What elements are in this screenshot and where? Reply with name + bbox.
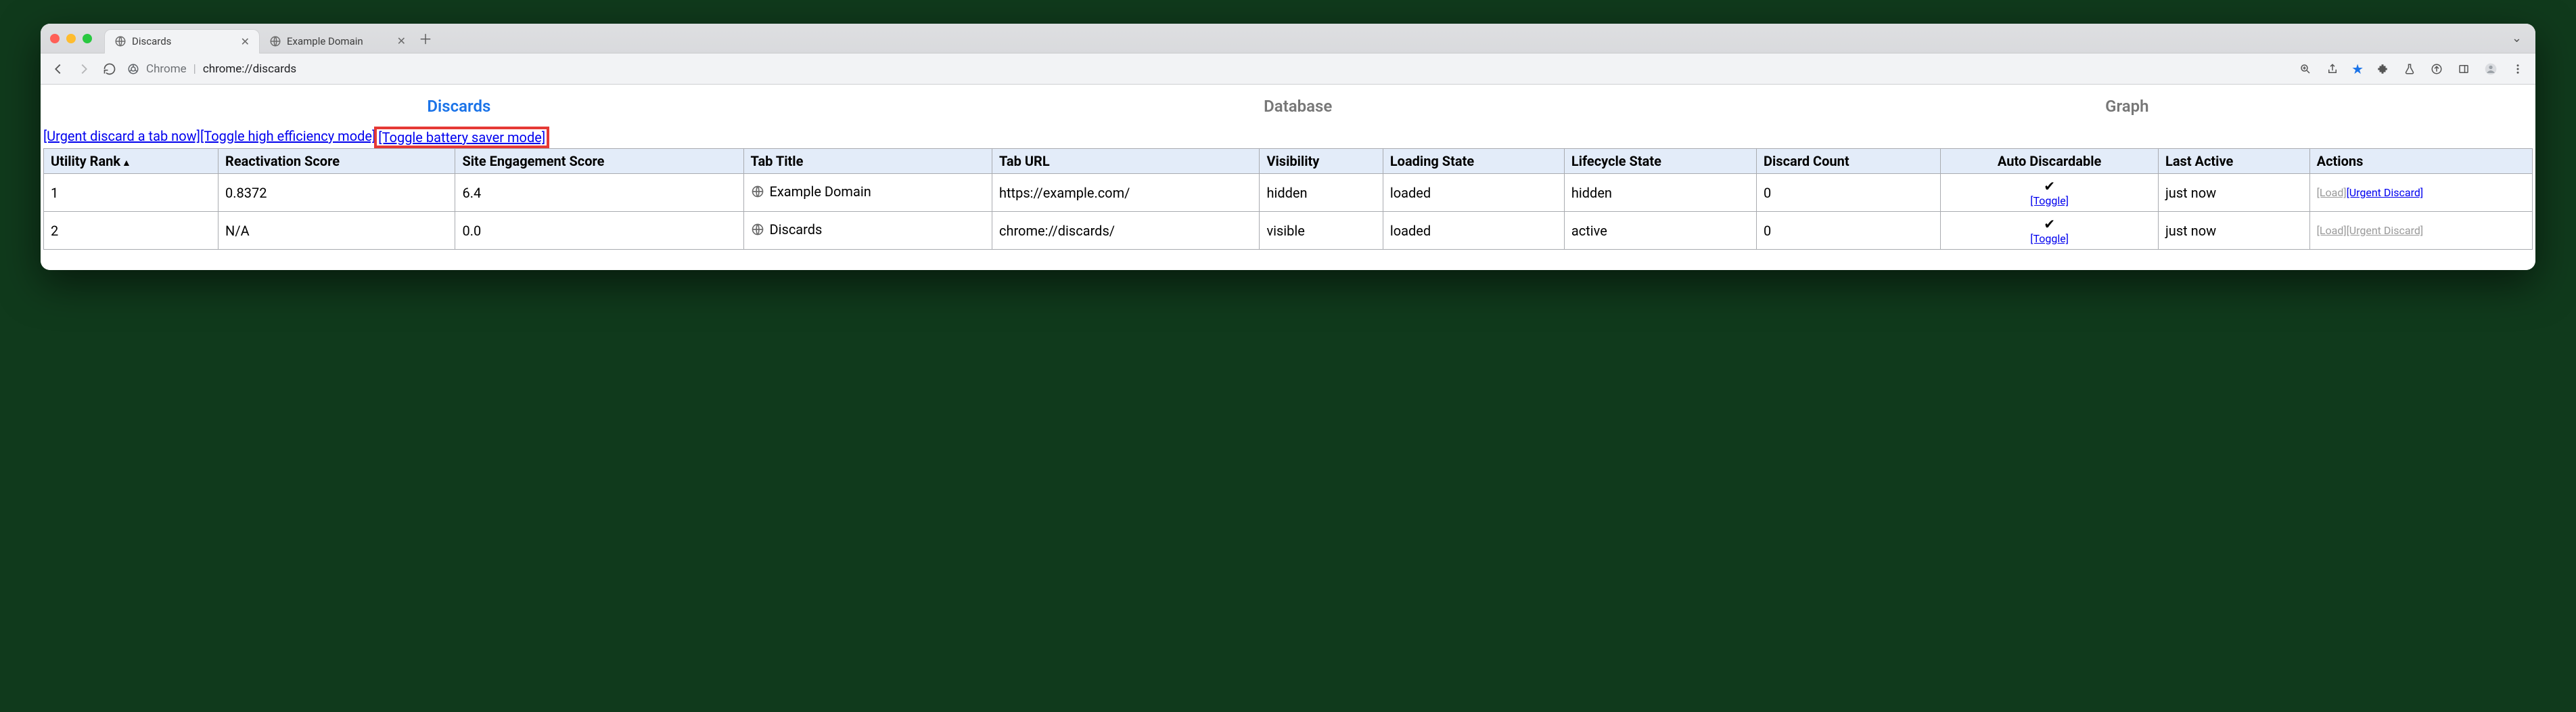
urgent-discard-link[interactable]: [Urgent discard a tab now] bbox=[43, 128, 200, 147]
profile-icon[interactable] bbox=[2483, 61, 2499, 77]
reload-button[interactable] bbox=[101, 61, 118, 77]
extensions-icon[interactable] bbox=[2374, 61, 2391, 77]
cell-rank: 1 bbox=[44, 174, 218, 212]
back-button[interactable] bbox=[50, 61, 66, 77]
load-action: [Load] bbox=[2317, 224, 2347, 237]
globe-icon bbox=[751, 223, 764, 236]
table-header-row: Utility Rank▲ Reactivation Score Site En… bbox=[44, 149, 2533, 174]
cell-title: Discards bbox=[743, 212, 992, 250]
col-reactivation-score[interactable]: Reactivation Score bbox=[218, 149, 455, 174]
maximize-window-button[interactable] bbox=[83, 34, 92, 43]
browser-tab-discards[interactable]: Discards ✕ bbox=[104, 29, 260, 53]
sort-asc-icon: ▲ bbox=[122, 158, 131, 169]
cell-ses: 0.0 bbox=[455, 212, 743, 250]
cell-discard-count: 0 bbox=[1757, 174, 1941, 212]
cell-actions: [Load][Urgent Discard] bbox=[2309, 174, 2532, 212]
toggle-auto-discardable-link[interactable]: [Toggle] bbox=[1948, 232, 2151, 245]
zoom-icon[interactable] bbox=[2297, 61, 2314, 77]
toolbar: Chrome | chrome://discards ★ bbox=[41, 53, 2535, 85]
col-visibility[interactable]: Visibility bbox=[1260, 149, 1383, 174]
cell-lifecycle: hidden bbox=[1564, 174, 1756, 212]
table-row: 1 0.8372 6.4 Example Domain https://exam… bbox=[44, 174, 2533, 212]
cell-loading: loaded bbox=[1383, 174, 1564, 212]
address-bar[interactable]: Chrome | chrome://discards bbox=[127, 62, 2288, 76]
cell-last-active: just now bbox=[2159, 212, 2310, 250]
global-actions: [Urgent discard a tab now] [Toggle high … bbox=[41, 128, 2535, 148]
sidepanel-icon[interactable] bbox=[2456, 61, 2472, 77]
check-icon: ✔ bbox=[2044, 216, 2055, 232]
browser-window: Discards ✕ Example Domain ✕ ＋ ⌄ bbox=[41, 24, 2535, 270]
col-tab-url[interactable]: Tab URL bbox=[992, 149, 1259, 174]
cell-visibility: hidden bbox=[1260, 174, 1383, 212]
omnibox-scheme: Chrome bbox=[146, 62, 187, 76]
tab-overflow-button[interactable]: ⌄ bbox=[2508, 31, 2526, 45]
tab-title: Discards bbox=[132, 35, 171, 47]
cell-auto-discardable: ✔ [Toggle] bbox=[1941, 174, 2159, 212]
col-lifecycle-state[interactable]: Lifecycle State bbox=[1564, 149, 1756, 174]
col-auto-discardable[interactable]: Auto Discardable bbox=[1941, 149, 2159, 174]
browser-tab-example[interactable]: Example Domain ✕ bbox=[260, 29, 415, 53]
page-content: Discards Database Graph [Urgent discard … bbox=[41, 85, 2535, 270]
cell-react: 0.8372 bbox=[218, 174, 455, 212]
col-discard-count[interactable]: Discard Count bbox=[1757, 149, 1941, 174]
cell-react: N/A bbox=[218, 212, 455, 250]
col-loading-state[interactable]: Loading State bbox=[1383, 149, 1564, 174]
page-tabs: Discards Database Graph bbox=[41, 85, 2535, 128]
subtab-database[interactable]: Database bbox=[1264, 97, 1332, 116]
toggle-high-efficiency-link[interactable]: [Toggle high efficiency mode] bbox=[200, 128, 375, 147]
toggle-auto-discardable-link[interactable]: [Toggle] bbox=[1948, 194, 2151, 207]
toggle-battery-saver-link[interactable]: [Toggle battery saver mode] bbox=[378, 129, 545, 146]
urgent-discard-link[interactable]: [Urgent Discard] bbox=[2347, 186, 2424, 199]
share-icon[interactable] bbox=[2324, 61, 2341, 77]
tab-strip: Discards ✕ Example Domain ✕ ＋ ⌄ bbox=[104, 24, 2526, 53]
col-utility-rank[interactable]: Utility Rank▲ bbox=[44, 149, 218, 174]
cell-auto-discardable: ✔ [Toggle] bbox=[1941, 212, 2159, 250]
labs-icon[interactable] bbox=[2401, 61, 2418, 77]
close-tab-icon[interactable]: ✕ bbox=[397, 35, 406, 47]
cell-title-text: Example Domain bbox=[770, 183, 871, 200]
cell-last-active: just now bbox=[2159, 174, 2310, 212]
table-row: 2 N/A 0.0 Discards chrome://discards/ vi… bbox=[44, 212, 2533, 250]
cell-title-text: Discards bbox=[770, 221, 823, 238]
col-actions[interactable]: Actions bbox=[2309, 149, 2532, 174]
new-tab-button[interactable]: ＋ bbox=[415, 28, 436, 49]
bookmark-star-icon[interactable]: ★ bbox=[2351, 61, 2364, 77]
load-action: [Load] bbox=[2317, 186, 2347, 199]
cell-loading: loaded bbox=[1383, 212, 1564, 250]
close-window-button[interactable] bbox=[50, 34, 60, 43]
globe-icon bbox=[114, 35, 127, 47]
omnibox-url: chrome://discards bbox=[203, 62, 296, 76]
toolbar-right: ★ bbox=[2297, 61, 2526, 77]
cell-url: chrome://discards/ bbox=[992, 212, 1259, 250]
minimize-window-button[interactable] bbox=[66, 34, 76, 43]
tab-title: Example Domain bbox=[287, 35, 363, 47]
col-site-engagement-score[interactable]: Site Engagement Score bbox=[455, 149, 743, 174]
col-tab-title[interactable]: Tab Title bbox=[743, 149, 992, 174]
urgent-discard-action: [Urgent Discard] bbox=[2347, 224, 2424, 237]
subtab-discards[interactable]: Discards bbox=[427, 97, 490, 116]
globe-icon bbox=[751, 185, 764, 198]
discards-table: Utility Rank▲ Reactivation Score Site En… bbox=[43, 148, 2533, 250]
cell-visibility: visible bbox=[1260, 212, 1383, 250]
cell-title: Example Domain bbox=[743, 174, 992, 212]
window-controls bbox=[50, 34, 92, 43]
cell-actions: [Load][Urgent Discard] bbox=[2309, 212, 2532, 250]
cell-rank: 2 bbox=[44, 212, 218, 250]
cell-ses: 6.4 bbox=[455, 174, 743, 212]
omnibox-divider: | bbox=[193, 62, 196, 76]
cell-url: https://example.com/ bbox=[992, 174, 1259, 212]
close-tab-icon[interactable]: ✕ bbox=[241, 35, 250, 48]
subtab-graph[interactable]: Graph bbox=[2105, 97, 2148, 116]
globe-icon bbox=[269, 35, 281, 47]
update-icon[interactable] bbox=[2429, 61, 2445, 77]
check-icon: ✔ bbox=[2044, 178, 2055, 194]
kebab-menu-icon[interactable] bbox=[2510, 61, 2526, 77]
highlighted-action: [Toggle battery saver mode] bbox=[375, 128, 548, 147]
forward-button[interactable] bbox=[76, 61, 92, 77]
col-last-active[interactable]: Last Active bbox=[2159, 149, 2310, 174]
cell-discard-count: 0 bbox=[1757, 212, 1941, 250]
titlebar: Discards ✕ Example Domain ✕ ＋ ⌄ bbox=[41, 24, 2535, 53]
chrome-icon bbox=[127, 63, 139, 75]
cell-lifecycle: active bbox=[1564, 212, 1756, 250]
